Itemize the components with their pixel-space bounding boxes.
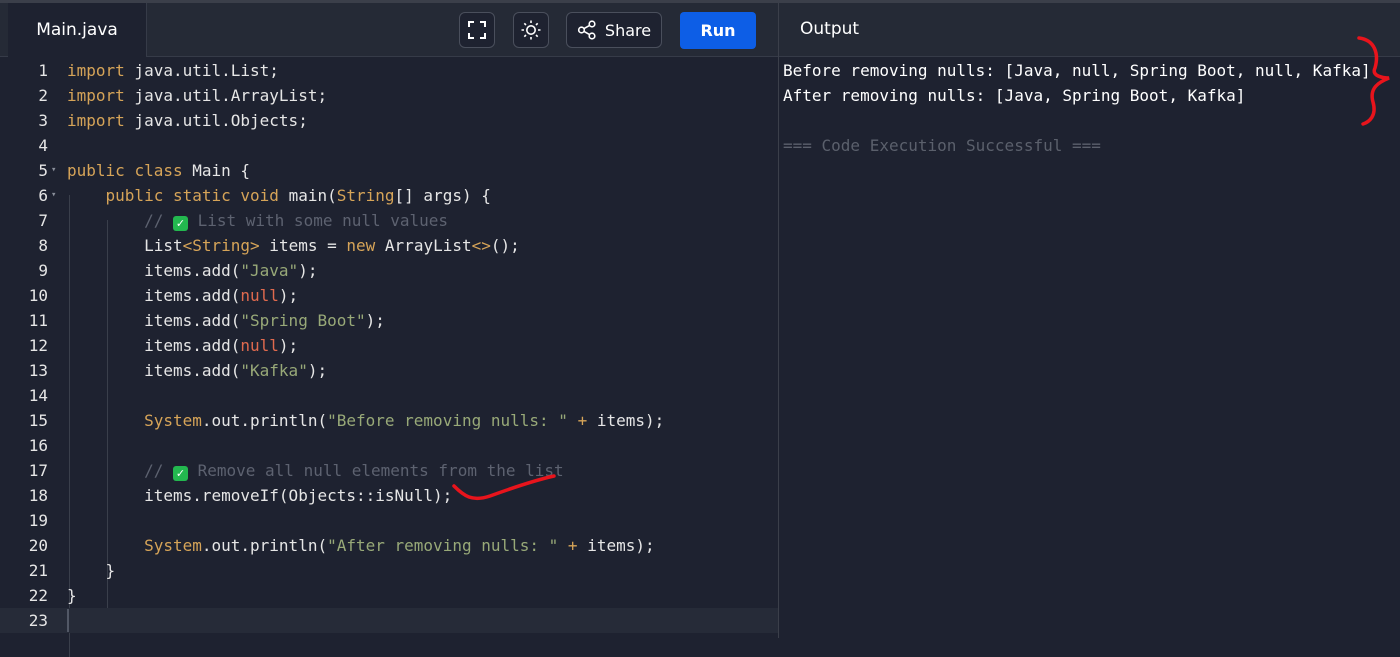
- code-line[interactable]: 11 items.add("Spring Boot");: [0, 308, 778, 333]
- output-title: Output: [800, 19, 860, 39]
- line-number: 5: [38, 161, 48, 180]
- code-text: }: [67, 561, 116, 580]
- code-line[interactable]: 14: [0, 383, 778, 408]
- editor-pane: Main.java Share Run 1 import java.util.Li…: [0, 3, 778, 657]
- output-pane: Output Before removing nulls: [Java, nul…: [779, 3, 1400, 638]
- code-line[interactable]: 7 // ✓ List with some null values: [0, 208, 778, 233]
- line-number: 21: [28, 561, 48, 580]
- code-line[interactable]: 8 List<String> items = new ArrayList<>()…: [0, 233, 778, 258]
- line-number: 23: [28, 611, 48, 630]
- line-number: 6: [38, 186, 48, 205]
- code-line[interactable]: 10 items.add(null);: [0, 283, 778, 308]
- output-line: After removing nulls: [Java, Spring Boot…: [783, 86, 1246, 105]
- code-line[interactable]: 17 // ✓ Remove all null elements from th…: [0, 458, 778, 483]
- line-number: 18: [28, 486, 48, 505]
- code-line[interactable]: 2 import java.util.ArrayList;: [0, 83, 778, 108]
- line-number: 10: [28, 286, 48, 305]
- editor-toolbar: Main.java Share Run: [0, 3, 778, 57]
- code-text: System.out.println("Before removing null…: [144, 411, 665, 430]
- code-line[interactable]: 19: [0, 508, 778, 533]
- line-number: 19: [28, 511, 48, 530]
- fold-toggle-icon[interactable]: ▾: [51, 158, 56, 183]
- line-number: 13: [28, 361, 48, 380]
- code-line[interactable]: 21 }: [0, 558, 778, 583]
- code-text: System.out.println("After removing nulls…: [144, 536, 655, 555]
- share-icon: [577, 20, 596, 40]
- file-tab-main-java[interactable]: Main.java: [8, 3, 147, 57]
- code-line[interactable]: 20 System.out.println("After removing nu…: [0, 533, 778, 558]
- code-line[interactable]: 15 System.out.println("Before removing n…: [0, 408, 778, 433]
- line-number: 17: [28, 461, 48, 480]
- execution-status: === Code Execution Successful ===: [783, 136, 1101, 155]
- code-line[interactable]: 22}: [0, 583, 778, 608]
- fullscreen-button[interactable]: [459, 12, 495, 48]
- code-line[interactable]: 6 ▾ public static void main(String[] args…: [0, 183, 778, 208]
- share-button[interactable]: Share: [566, 12, 662, 48]
- line-number: 20: [28, 536, 48, 555]
- line-number: 8: [38, 236, 48, 255]
- line-number: 9: [38, 261, 48, 280]
- code-line[interactable]: 1 import java.util.List;: [0, 58, 778, 83]
- line-number: 15: [28, 411, 48, 430]
- line-number: 3: [38, 111, 48, 130]
- code-line[interactable]: 23: [0, 608, 778, 633]
- line-number: 16: [28, 436, 48, 455]
- code-text: items.removeIf(Objects::isNull);: [67, 486, 453, 505]
- code-line[interactable]: 4: [0, 133, 778, 158]
- code-text: import java.util.Objects;: [67, 111, 308, 130]
- line-number: 2: [38, 86, 48, 105]
- code-line[interactable]: 12 items.add(null);: [0, 333, 778, 358]
- fold-toggle-icon[interactable]: ▾: [51, 183, 56, 208]
- share-label: Share: [604, 20, 652, 40]
- code-text: items.add("Java");: [67, 261, 318, 280]
- line-number: 12: [28, 336, 48, 355]
- code-line[interactable]: 5 ▾ public class Main {: [0, 158, 778, 183]
- code-line[interactable]: 13 items.add("Kafka");: [0, 358, 778, 383]
- code-text: public static void main(String[] args) {: [105, 186, 491, 205]
- line-number: 4: [38, 136, 48, 155]
- output-line: Before removing nulls: [Java, null, Spri…: [783, 61, 1371, 80]
- line-number: 14: [28, 386, 48, 405]
- code-text: import java.util.List;: [67, 61, 279, 80]
- code-text: // ✓ List with some null values: [144, 211, 449, 231]
- code-text: List<String> items = new ArrayList<>();: [67, 236, 520, 255]
- fullscreen-icon: [468, 21, 486, 39]
- code-line[interactable]: 3 import java.util.Objects;: [0, 108, 778, 133]
- text-cursor: [67, 609, 69, 632]
- code-line[interactable]: 16: [0, 433, 778, 458]
- code-text: public class Main {: [67, 161, 251, 180]
- output-header: Output: [779, 3, 1400, 57]
- code-editor[interactable]: 1 import java.util.List; 2 import java.util…: [0, 58, 778, 657]
- run-button[interactable]: Run: [680, 12, 756, 49]
- code-text: }: [67, 586, 77, 605]
- code-text: items.add(null);: [67, 336, 299, 355]
- code-line[interactable]: 18 items.removeIf(Objects::isNull);: [0, 483, 778, 508]
- line-number: 1: [38, 61, 48, 80]
- code-text: items.add("Spring Boot");: [67, 311, 385, 330]
- code-text: import java.util.ArrayList;: [67, 86, 328, 105]
- line-number: 7: [38, 211, 48, 230]
- sun-icon: [521, 20, 541, 40]
- code-text: // ✓ Remove all null elements from the l…: [144, 461, 564, 481]
- code-text: items.add("Kafka");: [67, 361, 328, 380]
- theme-toggle-button[interactable]: [513, 12, 549, 48]
- code-text: items.add(null);: [67, 286, 299, 305]
- line-number: 11: [28, 311, 48, 330]
- code-line[interactable]: 9 items.add("Java");: [0, 258, 778, 283]
- line-number: 22: [28, 586, 48, 605]
